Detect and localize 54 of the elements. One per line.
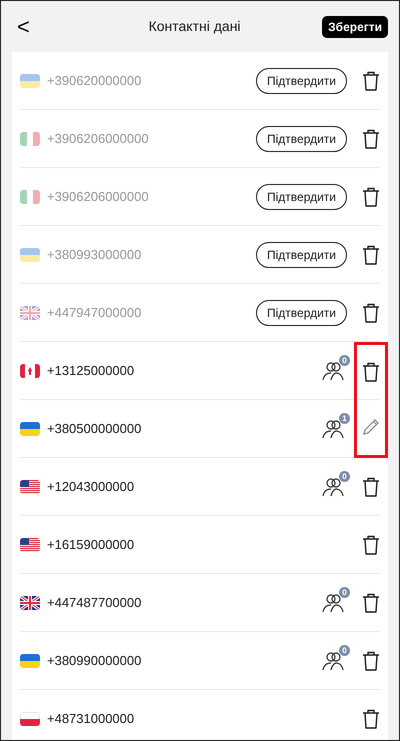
trash-icon[interactable]: [362, 534, 380, 554]
count-badge: 0: [339, 470, 350, 482]
trash-icon[interactable]: [362, 128, 380, 148]
page-title: Контактні дані: [148, 17, 242, 36]
trash-icon[interactable]: [362, 244, 380, 264]
confirm-button[interactable]: Підтвердити: [256, 184, 347, 210]
phone-number: +447487700000: [47, 594, 142, 612]
confirm-button[interactable]: Підтвердити: [256, 126, 347, 152]
confirm-button[interactable]: Підтвердити: [256, 300, 347, 326]
people-icon[interactable]: [322, 360, 344, 380]
count-badge: 0: [339, 586, 350, 598]
trash-icon[interactable]: [362, 476, 380, 496]
trash-icon[interactable]: [362, 70, 380, 90]
trash-icon[interactable]: [362, 186, 380, 206]
phone-number: +16159000000: [47, 536, 134, 554]
back-button[interactable]: <: [17, 10, 37, 43]
save-button[interactable]: Зберегти: [322, 16, 388, 38]
trash-icon[interactable]: [362, 708, 380, 728]
phone-number: +48731000000: [47, 710, 134, 728]
trash-icon[interactable]: [362, 650, 380, 670]
count-badge: 0: [339, 644, 350, 656]
flag-icon: [20, 132, 40, 146]
flag-icon: [20, 248, 40, 262]
count-badge: 0: [339, 354, 350, 366]
phone-number: +447947000000: [47, 304, 142, 322]
people-icon[interactable]: [322, 650, 344, 670]
phone-number: +3906206000000: [47, 130, 149, 148]
people-icon[interactable]: [322, 418, 344, 438]
flag-icon: [20, 596, 40, 610]
phone-number: +380990000000: [47, 652, 142, 670]
people-icon[interactable]: [322, 592, 344, 612]
count-badge: 1: [339, 412, 350, 424]
flag-icon: [20, 364, 40, 378]
pencil-icon[interactable]: [362, 418, 380, 436]
flag-icon: [20, 190, 40, 204]
trash-icon[interactable]: [362, 592, 380, 612]
phone-number: +390620000000: [47, 72, 142, 90]
trash-icon[interactable]: [362, 302, 380, 322]
trash-icon[interactable]: [362, 362, 380, 382]
phone-number: +380993000000: [47, 246, 142, 264]
flag-icon: [20, 712, 40, 726]
flag-icon: [20, 306, 40, 320]
confirm-button[interactable]: Підтвердити: [256, 242, 347, 268]
flag-icon: [20, 74, 40, 88]
phone-number: +12043000000: [47, 478, 134, 496]
flag-icon: [20, 422, 40, 436]
phone-number: +13125000000: [47, 362, 134, 380]
phone-number: +3906206000000: [47, 188, 149, 206]
confirm-button[interactable]: Підтвердити: [256, 68, 347, 94]
phone-number: +380500000000: [47, 420, 142, 438]
flag-icon: [20, 480, 40, 494]
people-icon[interactable]: [322, 476, 344, 496]
flag-icon: [20, 538, 40, 552]
flag-icon: [20, 654, 40, 668]
